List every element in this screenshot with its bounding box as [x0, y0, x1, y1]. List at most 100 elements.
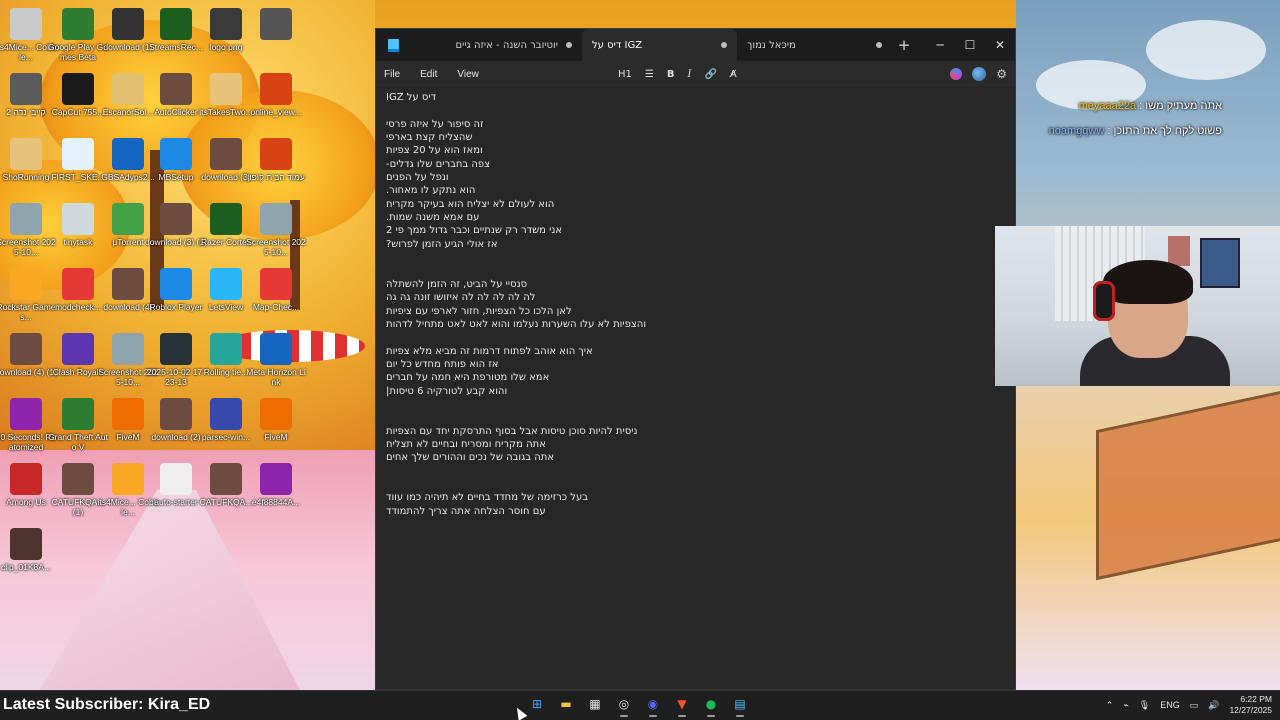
- running-indicator: [736, 715, 744, 717]
- desktop-icon[interactable]: עמוד הבית קופון: [245, 138, 307, 192]
- desktop-icon-grid: its4Mice... Cobble... Google Play Games B…: [0, 0, 370, 690]
- clock[interactable]: 6:22 PM 12/27/2025: [1229, 694, 1272, 716]
- latest-subscriber-banner: Latest Subscriber: Kira_ED: [3, 696, 211, 713]
- app-icon: [260, 268, 292, 300]
- app-icon: [62, 463, 94, 495]
- app-icon: [160, 463, 192, 495]
- editor-line: צפה בחברים שלו גדלים-: [386, 158, 491, 170]
- desktop-icon[interactable]: Map-Chec...: [245, 268, 307, 322]
- running-indicator: [678, 715, 686, 717]
- menu-edit[interactable]: Edit: [420, 69, 437, 80]
- file-explorer-icon[interactable]: ▬: [556, 692, 576, 716]
- editor-line: אז אולי הגיע הזמן לפרוש?: [386, 238, 498, 250]
- close-button[interactable]: ✕: [985, 29, 1015, 61]
- desktop-icon[interactable]: Screenshot 2025-10...: [245, 203, 307, 257]
- editor-line: והוא קבע לטורקיה 6 טיסות|: [386, 385, 508, 397]
- notepad-glyph: ▤: [734, 697, 746, 711]
- copilot-icon[interactable]: [950, 68, 963, 80]
- editor-line: סנסיי על הביט, זה הזמן להשתלה: [386, 278, 528, 290]
- desktop-icon[interactable]: online_view...: [245, 73, 307, 127]
- unsaved-dot-icon[interactable]: [566, 42, 572, 48]
- link-icon[interactable]: 🔗: [704, 69, 716, 80]
- unsaved-dot-icon[interactable]: [876, 42, 882, 48]
- app-icon: [10, 73, 42, 105]
- app-icon: [210, 138, 242, 170]
- webcam-overlay: [995, 226, 1280, 386]
- app-icon: [160, 333, 192, 365]
- app-icon: [10, 333, 42, 365]
- editor-line: והצפיות לא עלו השערות נעלמו והוא לאט לאט…: [386, 318, 647, 330]
- desktop-icon-label: [245, 42, 307, 62]
- obs-glyph: ◎: [618, 697, 630, 711]
- app-icon: [160, 8, 192, 40]
- desktop-icon[interactable]: e4f88844A...: [245, 463, 307, 517]
- volume-icon[interactable]: 🔊: [1208, 700, 1219, 711]
- editor-line: ניסית להיות סוכן טיסות אבל בסוף התרסקת י…: [386, 425, 638, 437]
- brave-icon[interactable]: ▼: [672, 692, 692, 717]
- spotify-icon[interactable]: ●: [701, 692, 721, 717]
- network-icon[interactable]: ⌁: [1123, 700, 1128, 711]
- app-icon: [112, 138, 144, 170]
- desktop-icon-label: Meta Horizon Link: [246, 367, 306, 387]
- desktop-icon[interactable]: [245, 8, 307, 62]
- app-icon: [62, 203, 94, 235]
- obs-icon[interactable]: ◎: [614, 692, 634, 717]
- app-icon: [62, 8, 94, 40]
- app-icon: [160, 268, 192, 300]
- text-editor[interactable]: דיס על IGZ זה סיפור על איזה פרסי שהצליח קצ…: [376, 87, 1015, 689]
- editor-line: ונפל על הפנים: [386, 172, 449, 184]
- list-icon[interactable]: ☰: [645, 69, 654, 80]
- store-icon[interactable]: ▦: [585, 692, 605, 716]
- editor-line: אז הוא פותח מחדש כל יום: [386, 358, 499, 370]
- italic-button[interactable]: I: [687, 69, 691, 80]
- app-icon: [160, 138, 192, 170]
- editor-line: אני משדר רק שנתיים וכבר גדול ממך פי 2: [386, 225, 563, 237]
- minimize-button[interactable]: ─: [925, 29, 955, 61]
- brave-glyph: ▼: [677, 697, 687, 711]
- editor-line: לאן הלכו כל הצפיות, חזור לארפי עם ציפיות: [386, 305, 572, 317]
- app-icon: [112, 333, 144, 365]
- app-icon: [210, 8, 242, 40]
- account-avatar[interactable]: [972, 67, 987, 81]
- heading-dropdown[interactable]: H1: [618, 69, 632, 80]
- discord-icon[interactable]: ◉: [643, 692, 663, 717]
- menu-bar: File Edit View H1 ☰ B I 🔗 A̸ ⚙: [376, 61, 1015, 87]
- app-icon: [210, 268, 242, 300]
- bold-button[interactable]: B: [667, 69, 675, 80]
- maximize-button[interactable]: ☐: [955, 29, 985, 61]
- menu-view[interactable]: View: [457, 69, 479, 80]
- app-icon: [260, 8, 292, 40]
- webcam-person-hair: [1103, 260, 1193, 304]
- desktop-icon[interactable]: FiveM: [245, 398, 307, 452]
- unsaved-dot-icon[interactable]: [721, 42, 727, 48]
- language-indicator[interactable]: ENG: [1160, 700, 1180, 710]
- chat-text: פשוט לקח לך את התוכן :: [1107, 125, 1222, 137]
- app-icon: [260, 73, 292, 105]
- show-hidden-icons-chevron-icon[interactable]: ⌃: [1106, 700, 1114, 711]
- wifi-icon[interactable]: ▭: [1190, 700, 1199, 711]
- spotify-glyph: ●: [705, 697, 717, 711]
- menu-file[interactable]: File: [384, 69, 400, 80]
- desktop-icon[interactable]: Meta Horizon Link: [245, 333, 307, 387]
- clear-formatting-icon[interactable]: A̸: [730, 69, 737, 80]
- desktop-icon[interactable]: clip_01K8A...: [0, 528, 57, 582]
- app-icon: [10, 203, 42, 235]
- desktop-icon-label: clip_01K8A...: [0, 562, 52, 572]
- app-icon: [160, 73, 192, 105]
- tab-youtuber-of-the-year[interactable]: יוטיובר השנה - איזה גיים: [404, 29, 582, 61]
- running-indicator: [620, 715, 628, 717]
- start-icon[interactable]: ⊞: [527, 692, 547, 716]
- notepad-icon[interactable]: ▤: [730, 692, 750, 717]
- settings-gear-icon[interactable]: ⚙: [996, 67, 1007, 81]
- new-tab-button[interactable]: +: [892, 36, 916, 54]
- app-icon: [260, 203, 292, 235]
- desktop-icon-label: e4f88844A...: [251, 497, 301, 507]
- app-icon: [10, 138, 42, 170]
- microphone-icon[interactable]: 🎙: [1139, 700, 1150, 711]
- editor-line: אתה מקריח ומסריח ובחיים לא תצליח: [386, 438, 546, 450]
- tab-diss-igz[interactable]: דיס על IGZ: [582, 29, 737, 61]
- format-toolbar: H1 ☰ B I 🔗 A̸: [618, 61, 737, 87]
- tab-michael-namuch[interactable]: מיכאל נמוך: [737, 29, 892, 61]
